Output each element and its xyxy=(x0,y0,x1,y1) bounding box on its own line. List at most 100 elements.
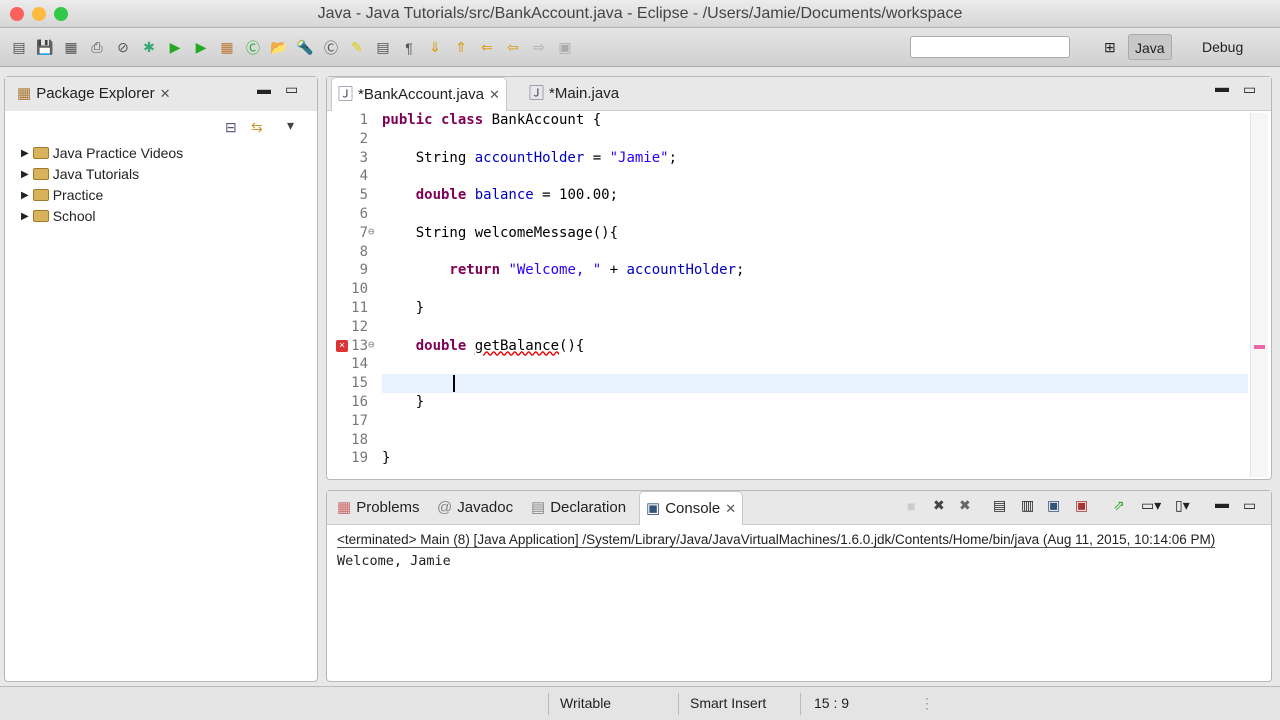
line-number: 18 xyxy=(351,431,368,448)
open-type-icon[interactable]: 📂 xyxy=(268,38,290,58)
close-icon[interactable]: ✕ xyxy=(489,78,500,112)
search-icon[interactable]: 🔦 xyxy=(294,38,316,58)
block-select-icon[interactable]: ▤ xyxy=(372,38,394,58)
print-icon[interactable]: ⎙ xyxy=(86,38,108,58)
show-whitespace-icon[interactable]: ¶ xyxy=(398,38,420,58)
code-line[interactable]: } xyxy=(382,300,424,316)
open-perspective-icon[interactable]: ⊞ xyxy=(1098,34,1122,60)
clear-console-icon[interactable]: ▤ xyxy=(993,497,1006,514)
close-icon[interactable]: ✕ xyxy=(725,492,736,526)
new-package-icon[interactable]: ▦ xyxy=(216,38,238,58)
fold-toggle-icon[interactable]: ⊖ xyxy=(368,225,375,238)
remove-launch-icon[interactable]: ✖ xyxy=(933,497,945,514)
forward-icon[interactable]: ⇨ xyxy=(528,38,550,58)
show-stdout-icon[interactable]: ▣ xyxy=(1047,497,1060,514)
line-number: 7 xyxy=(359,224,368,241)
show-stderr-icon[interactable]: ▣ xyxy=(1075,497,1088,514)
perspective-java[interactable]: Java xyxy=(1128,34,1172,60)
maximize-icon[interactable]: ▭ xyxy=(1243,497,1256,514)
save-icon[interactable]: 💾 xyxy=(34,38,56,58)
overview-ruler[interactable] xyxy=(1250,113,1268,477)
tab-console[interactable]: ▣ Console ✕ xyxy=(639,491,744,526)
status-writable: Writable xyxy=(560,695,612,711)
pin-console-icon[interactable]: ⇗ xyxy=(1113,497,1125,514)
maximize-icon[interactable]: ▭ xyxy=(1243,81,1256,98)
line-number: 10 xyxy=(351,281,368,298)
project-item[interactable]: ▶ Java Practice Videos xyxy=(21,145,183,161)
line-number: 17 xyxy=(351,412,368,429)
tab-javadoc[interactable]: @ Javadoc xyxy=(431,491,519,525)
skip-breakpoints-icon[interactable]: ⊘ xyxy=(112,38,134,58)
window-title: Java - Java Tutorials/src/BankAccount.ja… xyxy=(317,5,963,22)
project-item[interactable]: ▶ Practice xyxy=(21,187,103,203)
tab-package-explorer[interactable]: ▦ Package Explorer ✕ xyxy=(11,77,177,111)
tab-problems[interactable]: ▦ Problems xyxy=(331,491,426,525)
debug-icon[interactable]: ✱ xyxy=(138,38,160,58)
fold-toggle-icon[interactable]: ⊖ xyxy=(368,338,375,351)
error-icon[interactable]: × xyxy=(336,339,348,352)
code-line[interactable]: double getBalance(){ xyxy=(382,338,585,354)
line-number: 19 xyxy=(351,450,368,467)
prev-annotation-icon[interactable]: ⇑ xyxy=(450,38,472,58)
line-number: 1 xyxy=(359,112,368,128)
maximize-icon[interactable]: ▭ xyxy=(285,81,298,98)
back-icon[interactable]: ⇦ xyxy=(502,38,524,58)
pin-icon[interactable]: ▣ xyxy=(554,38,576,58)
package-icon: ▦ xyxy=(17,85,32,102)
line-number: 3 xyxy=(359,149,368,166)
tab-label: *BankAccount.java xyxy=(358,85,484,103)
run-external-icon[interactable]: ▶ xyxy=(190,38,212,58)
run-icon[interactable]: ▶ xyxy=(164,38,186,58)
code-line[interactable]: public class BankAccount { xyxy=(382,112,601,128)
terminate-icon[interactable]: ■ xyxy=(907,498,915,514)
minimize-window-button[interactable] xyxy=(32,7,46,21)
open-console-icon[interactable]: ▯▾ xyxy=(1175,497,1190,514)
code-line[interactable]: } xyxy=(382,450,390,466)
status-grip[interactable]: ⋮ xyxy=(920,695,934,712)
project-item[interactable]: ▶ School xyxy=(21,208,96,224)
quick-access-input[interactable] xyxy=(910,36,1070,58)
tab-declaration[interactable]: ▤ Declaration xyxy=(525,491,632,525)
last-edit-icon[interactable]: ⇐ xyxy=(476,38,498,58)
status-cursor-position: 15 : 9 xyxy=(814,695,850,711)
line-number: 11 xyxy=(351,300,368,316)
code-line[interactable]: } xyxy=(382,394,424,410)
open-task-icon[interactable]: Ⓒ xyxy=(320,38,342,58)
code-line[interactable]: double balance = 100.00; xyxy=(382,187,618,203)
scroll-lock-icon[interactable]: ▥ xyxy=(1021,497,1034,514)
display-console-icon[interactable]: ▭▾ xyxy=(1141,497,1161,514)
collapse-all-icon[interactable]: ⊟ xyxy=(225,119,237,136)
console-header: <terminated> Main (8) [Java Application]… xyxy=(337,532,1216,548)
save-all-icon[interactable]: ▦ xyxy=(60,38,82,58)
project-folder-icon xyxy=(32,189,49,201)
remove-all-icon[interactable]: ✖ xyxy=(959,497,971,514)
tab-main-java[interactable]: 🄹 *Main.java xyxy=(523,77,625,111)
close-icon[interactable]: ✕ xyxy=(160,77,171,111)
code-line[interactable]: return "Welcome, " + accountHolder; xyxy=(382,262,744,278)
line-number: 2 xyxy=(359,130,368,147)
highlight-icon[interactable]: ✎ xyxy=(346,38,368,58)
link-with-editor-icon[interactable]: ⇆ xyxy=(251,119,263,136)
new-icon[interactable]: ▤ xyxy=(8,38,30,58)
line-number: 8 xyxy=(359,243,368,260)
new-class-icon[interactable]: Ⓒ xyxy=(242,38,264,58)
line-number: 15 xyxy=(351,375,368,392)
current-line-highlight xyxy=(382,374,1248,393)
minimize-icon[interactable]: ▬ xyxy=(257,81,271,97)
perspective-debug[interactable]: Debug xyxy=(1196,34,1249,60)
project-folder-icon xyxy=(32,147,49,159)
view-menu-icon[interactable]: ▾ xyxy=(287,117,294,134)
project-item[interactable]: ▶ Java Tutorials xyxy=(21,166,139,182)
minimize-icon[interactable]: ▬ xyxy=(1215,79,1229,95)
error-marker[interactable] xyxy=(1254,345,1265,349)
code-line[interactable]: String welcomeMessage(){ xyxy=(382,225,618,241)
java-file-icon: 🄹 xyxy=(338,85,354,103)
next-annotation-icon[interactable]: ⇓ xyxy=(424,38,446,58)
line-number: 13 xyxy=(351,337,368,354)
minimize-icon[interactable]: ▬ xyxy=(1215,495,1229,511)
line-number: 16 xyxy=(351,394,368,410)
zoom-window-button[interactable] xyxy=(54,7,68,21)
code-line[interactable]: String accountHolder = "Jamie"; xyxy=(382,150,677,166)
tab-bankaccount-java[interactable]: 🄹 *BankAccount.java ✕ xyxy=(331,77,507,111)
close-window-button[interactable] xyxy=(10,7,24,21)
